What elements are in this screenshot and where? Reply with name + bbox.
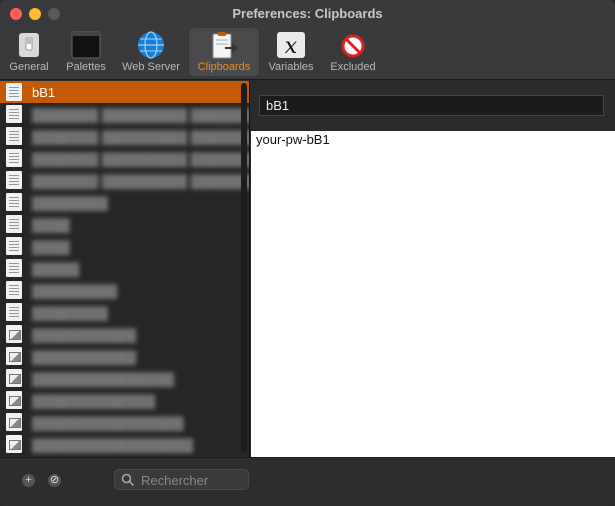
- add-clipboard-button[interactable]: +: [22, 474, 35, 487]
- clipboard-name-field[interactable]: bB1: [259, 95, 604, 116]
- detail-header: bB1: [251, 81, 615, 131]
- list-item[interactable]: ▓▓▓▓▓▓▓▓▓▓▓▓▓▓▓▓▓: [0, 433, 249, 455]
- list-item-label: ▓▓▓▓▓▓▓▓▓▓▓: [32, 348, 137, 364]
- list-item-label: ▓▓▓▓▓▓▓▓: [32, 194, 108, 210]
- tab-clipboards-label: Clipboards: [197, 61, 251, 73]
- svg-text:x: x: [285, 34, 298, 59]
- list-item[interactable]: ▓▓▓▓▓: [0, 257, 249, 279]
- excluded-icon: [341, 34, 365, 58]
- tab-variables[interactable]: x Variables: [262, 28, 320, 76]
- list-item-label: bB1: [32, 84, 56, 100]
- list-item-label: ▓▓▓▓▓: [32, 260, 80, 276]
- text-clip-icon: [6, 237, 22, 255]
- list-item-label: ▓▓▓▓▓▓▓▓▓▓▓▓▓: [32, 392, 156, 408]
- list-item[interactable]: ▓▓▓▓▓▓▓▓: [0, 301, 249, 323]
- clipboard-icon: [212, 32, 238, 59]
- title-toolbar: Preferences: Clipboards General Palettes: [0, 0, 615, 80]
- list-item[interactable]: ▓▓▓▓▓▓▓▓: [0, 191, 249, 213]
- globe-icon: [138, 31, 164, 59]
- list-item[interactable]: ▓▓▓▓▓▓▓▓▓▓▓▓▓: [0, 389, 249, 411]
- list-item-label: ▓▓▓▓▓▓▓ ▓▓▓▓▓▓▓▓▓ ▓▓▓▓▓▓▓▓ ▓▓▓▓▓▓: [32, 106, 249, 122]
- list-item-label: ▓▓▓▓: [32, 238, 70, 254]
- tab-palettes-label: Palettes: [66, 61, 106, 73]
- list-item-label: ▓▓▓▓▓▓▓▓▓: [32, 282, 118, 298]
- list-item[interactable]: ▓▓▓▓▓▓▓▓▓▓▓: [0, 345, 249, 367]
- list-item-label: ▓▓▓▓▓▓▓ ▓▓▓▓▓▓▓▓▓ ▓▓▓▓▓▓▓▓ ▓▓▓▓▓▓: [32, 172, 249, 188]
- palettes-icon: [71, 31, 101, 59]
- tab-excluded-label: Excluded: [330, 61, 376, 73]
- text-clip-icon: [6, 83, 22, 101]
- list-item-label: ▓▓▓▓▓▓▓ ▓▓▓▓▓▓▓▓▓ ▓▓▓▓▓▓▓▓ ▓▓▓▓▓▓: [32, 128, 249, 144]
- list-item-label: ▓▓▓▓▓▓▓▓▓▓▓▓▓▓▓▓: [32, 414, 184, 430]
- text-clip-icon: [6, 215, 22, 233]
- list-item-label: ▓▓▓▓▓▓▓ ▓▓▓▓▓▓▓▓▓ ▓▓▓▓▓▓▓▓ ▓▓▓▓▓▓: [32, 150, 249, 166]
- clipboard-content-area[interactable]: your-pw-bB1: [251, 131, 615, 457]
- list-item-label: ▓▓▓▓▓▓▓▓: [32, 304, 108, 320]
- text-clip-icon: [6, 303, 22, 321]
- remove-clipboard-button[interactable]: ⊘: [48, 474, 61, 487]
- image-clip-icon: [6, 369, 22, 387]
- list-item[interactable]: ▓▓▓▓: [0, 213, 249, 235]
- image-clip-icon: [6, 435, 22, 453]
- tab-palettes[interactable]: Palettes: [60, 28, 112, 76]
- clipboard-content-text: your-pw-bB1: [256, 132, 330, 147]
- tab-general-label: General: [9, 61, 49, 73]
- image-clip-icon: [6, 391, 22, 409]
- list-item[interactable]: ▓▓▓▓▓▓▓ ▓▓▓▓▓▓▓▓▓ ▓▓▓▓▓▓▓▓ ▓▓▓▓▓▓: [0, 147, 249, 169]
- tab-clipboards[interactable]: Clipboards: [189, 28, 259, 76]
- list-item-label: ▓▓▓▓▓▓▓▓▓▓▓▓▓▓▓▓▓: [32, 436, 194, 452]
- list-item[interactable]: ▓▓▓▓▓▓▓▓▓▓▓: [0, 323, 249, 345]
- tab-web-server[interactable]: Web Server: [116, 28, 186, 76]
- list-item-label: ▓▓▓▓: [32, 216, 70, 232]
- bottom-bar: + ⊘ Rechercher: [0, 457, 615, 506]
- tab-web-server-label: Web Server: [122, 61, 180, 73]
- text-clip-icon: [6, 149, 22, 167]
- tab-excluded[interactable]: Excluded: [324, 28, 382, 76]
- image-clip-icon: [6, 347, 22, 365]
- list-item[interactable]: ▓▓▓▓▓▓▓▓▓▓▓▓▓▓▓▓: [0, 411, 249, 433]
- clipboard-list[interactable]: bB1 ▓▓▓▓▓▓▓ ▓▓▓▓▓▓▓▓▓ ▓▓▓▓▓▓ ▓▓ ▓▓▓▓▓ ▓ ▓▓▓▓…: [0, 81, 250, 457]
- text-clip-icon: [6, 127, 22, 145]
- list-item-label: ▓▓▓▓▓▓▓▓▓▓▓▓▓▓▓: [32, 370, 175, 386]
- text-clip-icon: [6, 171, 22, 189]
- variables-icon: x: [277, 32, 305, 59]
- image-clip-icon: [6, 325, 22, 343]
- text-clip-icon: [6, 193, 22, 211]
- list-item[interactable]: ▓▓▓▓▓▓▓ ▓▓▓▓▓▓▓▓▓ ▓▓▓▓▓▓▓▓ ▓▓▓▓▓▓: [0, 103, 249, 125]
- search-field[interactable]: Rechercher: [114, 469, 249, 490]
- window-title: Preferences: Clipboards: [232, 6, 383, 21]
- list-item[interactable]: ▓▓▓▓▓▓▓▓▓: [0, 279, 249, 301]
- text-clip-icon: [6, 105, 22, 123]
- text-clip-icon: [6, 259, 22, 277]
- list-item[interactable]: ▓▓▓▓▓▓▓ ▓▓▓▓▓▓▓▓▓ ▓▓▓▓▓▓▓▓ ▓▓▓▓▓▓: [0, 125, 249, 147]
- text-clip-icon: [6, 281, 22, 299]
- list-scrollbar[interactable]: [241, 83, 247, 453]
- search-placeholder: Rechercher: [141, 473, 209, 488]
- list-item[interactable]: bB1: [0, 81, 249, 103]
- general-icon: [19, 33, 39, 57]
- tab-general[interactable]: General: [4, 28, 54, 76]
- list-item[interactable]: ▓▓▓▓▓▓▓▓▓▓▓▓▓▓▓: [0, 367, 249, 389]
- preferences-window: Preferences: Clipboards General Palettes: [0, 0, 615, 506]
- list-item-label: ▓▓▓▓▓▓▓▓▓▓▓: [32, 326, 137, 342]
- image-clip-icon: [6, 413, 22, 431]
- tab-variables-label: Variables: [268, 61, 314, 73]
- list-item[interactable]: ▓▓▓▓▓▓▓ ▓▓▓▓▓▓▓▓▓ ▓▓▓▓▓▓▓▓ ▓▓▓▓▓▓: [0, 169, 249, 191]
- list-item[interactable]: ▓▓▓▓: [0, 235, 249, 257]
- search-icon: [121, 473, 135, 487]
